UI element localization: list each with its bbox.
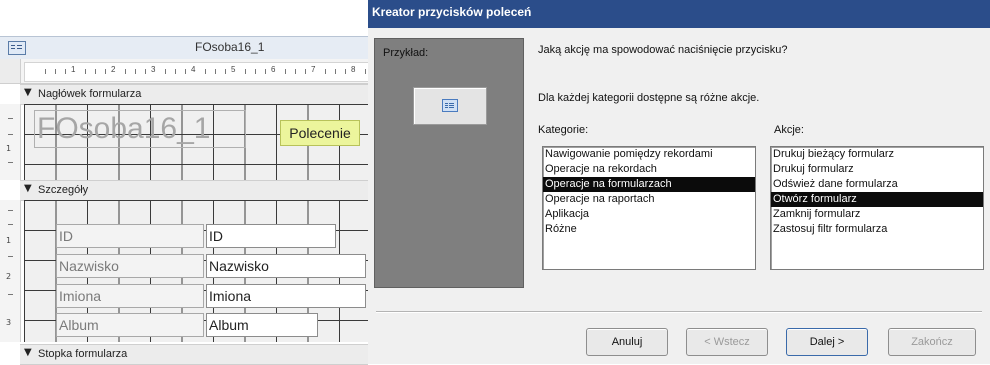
ruler-tick [205, 69, 206, 74]
category-list-item[interactable]: Operacje na raportach [543, 192, 755, 207]
ruler-tick [105, 69, 106, 74]
vruler-number: 1 [6, 236, 12, 245]
ruler-tick [65, 69, 66, 74]
field-label-nazwisko[interactable]: Nazwisko [56, 254, 204, 278]
section-header-bar[interactable]: ▼ Nagłówek formularza [20, 84, 368, 105]
section-detail-bar[interactable]: ▼ Szczegóły [20, 180, 368, 201]
action-list-item[interactable]: Zastosuj filtr formularza [771, 222, 983, 237]
designer-titlebar: FOsoba16_1 [0, 36, 368, 60]
action-list-item[interactable]: Otwórz formularz [771, 192, 983, 207]
back-button[interactable]: < Wstecz [686, 328, 768, 356]
field-label-imiona[interactable]: Imiona [56, 284, 204, 308]
ruler-tick [125, 69, 126, 74]
form-designer-window: FOsoba16_1 1 2 3 4 5 6 7 8 ▼ Nagłówek formularz… [0, 0, 370, 365]
ruler-number: 8 [351, 65, 356, 74]
wizard-titlebar[interactable]: Kreator przycisków poleceń [368, 0, 990, 28]
category-list-item[interactable]: Różne [543, 222, 755, 237]
vruler-number: 3 [6, 318, 12, 327]
command-button[interactable]: Polecenie [280, 120, 360, 146]
ruler-tick [215, 69, 216, 74]
vruler-number: 1 [6, 144, 12, 153]
section-detail-label: Szczegóły [38, 184, 89, 196]
ruler-scale: 1 2 3 4 5 6 7 8 [24, 62, 370, 82]
categories-label: Kategorie: [538, 124, 589, 136]
ruler-tick [55, 69, 56, 74]
ruler-tick [85, 69, 86, 74]
actions-label: Akcje: [774, 124, 804, 136]
action-list-item[interactable]: Zamknij formularz [771, 207, 983, 222]
ruler-number: 1 [71, 65, 76, 74]
category-list-item[interactable]: Operacje na formularzach [543, 177, 755, 192]
next-button[interactable]: Dalej > [786, 328, 868, 356]
field-label-album[interactable]: Album [56, 313, 204, 337]
section-marker-icon: ▼ [24, 183, 32, 194]
form-icon [442, 99, 458, 112]
section-footer-bar[interactable]: ▼ Stopka formularza [20, 344, 368, 365]
ruler-tick [335, 69, 336, 74]
ruler-tick [135, 69, 136, 74]
ruler-tick [185, 69, 186, 74]
section-marker-icon: ▼ [24, 347, 32, 358]
ruler-tick [285, 69, 286, 74]
ruler-tick [145, 69, 146, 74]
ruler-number: 7 [311, 65, 316, 74]
ruler-tick [165, 69, 166, 74]
designer-title: FOsoba16_1 [195, 40, 265, 54]
wizard-question: Jaką akcję ma spowodować naciśnięcie prz… [538, 44, 788, 56]
ruler-tick [345, 69, 346, 74]
section-marker-icon: ▼ [24, 87, 32, 98]
section-footer-label: Stopka formularza [38, 348, 128, 360]
action-list-item[interactable]: Drukuj bieżący formularz [771, 147, 983, 162]
field-control-nazwisko[interactable]: Nazwisko [206, 254, 366, 278]
wizard-title: Kreator przycisków poleceń [372, 5, 532, 19]
command-button-wizard: Kreator przycisków poleceń Przykład: Jak… [368, 0, 990, 364]
field-control-album[interactable]: Album [206, 313, 318, 337]
button-separator [376, 311, 982, 313]
ruler-tick [95, 69, 96, 74]
horizontal-ruler: 1 2 3 4 5 6 7 8 [0, 59, 370, 84]
category-list-item[interactable]: Operacje na rekordach [543, 162, 755, 177]
vruler-number: 2 [6, 272, 12, 281]
action-list-item[interactable]: Odśwież dane formularza [771, 177, 983, 192]
preview-label: Przykład: [383, 47, 429, 59]
preview-panel: Przykład: [374, 38, 524, 288]
ruler-tick [305, 69, 306, 74]
field-label-id[interactable]: ID [56, 224, 204, 248]
preview-button [413, 87, 487, 125]
ruler-tick [45, 69, 46, 74]
ruler-number: 3 [151, 65, 156, 74]
ruler-number: 2 [111, 65, 116, 74]
ruler-number: 4 [191, 65, 196, 74]
field-control-imiona[interactable]: Imiona [206, 284, 366, 308]
ruler-tick [295, 69, 296, 74]
header-title-label[interactable]: FOsoba16_1 [34, 110, 246, 148]
ruler-tick [225, 69, 226, 74]
ruler-tick [245, 69, 246, 74]
ruler-number: 6 [271, 65, 276, 74]
categories-listbox[interactable]: Nawigowanie pomiędzy rekordami Operacje n… [542, 146, 756, 270]
ruler-tick [175, 69, 176, 74]
cancel-button[interactable]: Anuluj [586, 328, 668, 356]
ruler-tick [325, 69, 326, 74]
wizard-body: Przykład: Jaką akcję ma spowodować naciś… [368, 28, 990, 364]
form-icon [8, 41, 26, 55]
ruler-tick [265, 69, 266, 74]
field-control-id[interactable]: ID [206, 224, 336, 248]
form-selector[interactable] [0, 59, 21, 83]
actions-listbox[interactable]: Drukuj bieżący formularz Drukuj formularz… [770, 146, 984, 270]
ruler-number: 5 [231, 65, 236, 74]
vertical-ruler-header: 1 [0, 104, 21, 180]
ruler-tick [255, 69, 256, 74]
wizard-info: Dla każdej kategorii dostępne są różne a… [538, 92, 760, 104]
category-list-item[interactable]: Aplikacja [543, 207, 755, 222]
vertical-ruler-detail: 1 2 3 [0, 200, 21, 342]
category-list-item[interactable]: Nawigowanie pomiędzy rekordami [543, 147, 755, 162]
finish-button[interactable]: Zakończ [888, 328, 976, 356]
section-header-label: Nagłówek formularza [38, 88, 142, 100]
ruler-tick [365, 69, 366, 74]
action-list-item[interactable]: Drukuj formularz [771, 162, 983, 177]
